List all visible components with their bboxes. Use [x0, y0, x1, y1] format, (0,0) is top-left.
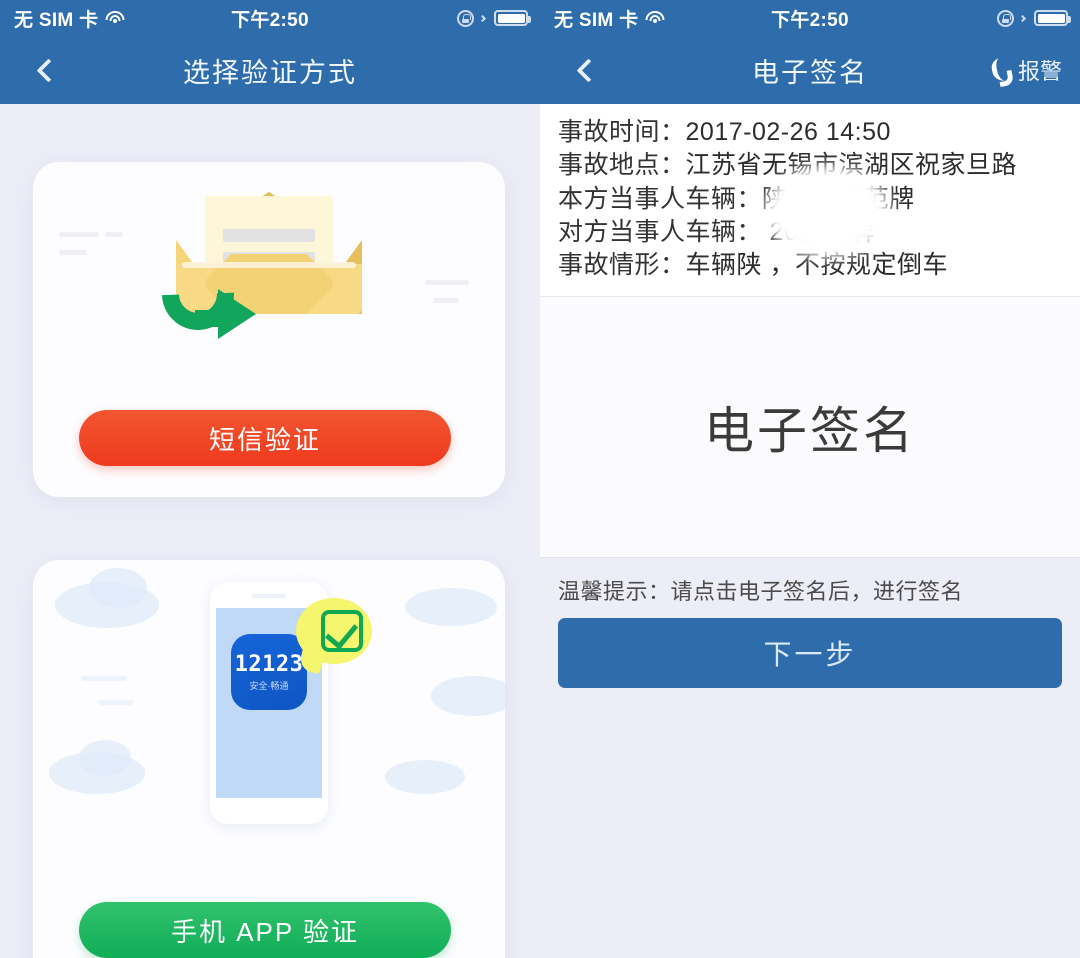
- page-title-left: 选择验证方式: [183, 57, 357, 88]
- left-content: 短信验证 12123 安全·畅通 手机 APP 验证: [0, 104, 540, 958]
- rotation-lock-arrow-icon: [478, 14, 487, 22]
- accident-detail-panel: 事故时间：2017-02-26 14:50 事故地点：江苏省无锡市滨湖区祝家旦路…: [540, 104, 1080, 297]
- envelope-arrow-illustration: [33, 162, 505, 400]
- next-step-button[interactable]: 下一步: [558, 618, 1062, 689]
- detail-label: 对方当事人车辆：: [558, 217, 763, 246]
- app-logo-subtitle: 安全·畅通: [249, 681, 289, 691]
- detail-label: 事故地点：: [558, 151, 686, 180]
- rotation-lock-icon: [457, 9, 474, 27]
- status-bar-right: 无 SIM 卡 下午2:50: [540, 0, 1080, 36]
- phone-call-icon: [988, 58, 1010, 82]
- right-content: 事故时间：2017-02-26 14:50 事故地点：江苏省无锡市滨湖区祝家旦路…: [540, 104, 1080, 958]
- signature-pad[interactable]: 电子签名: [540, 296, 1080, 559]
- nav-bar-left: 选择验证方式: [0, 36, 540, 104]
- privacy-blur-overlay: [765, 166, 890, 258]
- status-bar-left: 无 SIM 卡 下午2:50: [0, 0, 540, 36]
- right-screen: 无 SIM 卡 下午2:50 电子签名 报警 事故时间：2017-02-26 1…: [540, 0, 1080, 958]
- sms-verify-button[interactable]: 短信验证: [79, 410, 451, 466]
- detail-label: 本方当事人车辆：: [558, 184, 763, 213]
- nav-bar-right: 电子签名 报警: [540, 36, 1080, 104]
- detail-label: 事故时间：: [558, 118, 686, 146]
- status-right-group: [457, 9, 531, 27]
- phone-app-check-illustration: 12123 安全·畅通: [33, 560, 505, 890]
- app-verify-button[interactable]: 手机 APP 验证: [79, 902, 451, 958]
- left-screen: 无 SIM 卡 下午2:50 选择验证方式 短信验证 12123 安全·畅通 手…: [0, 0, 540, 958]
- tip-text: 温馨提示：请点击电子签名后，进行签名: [558, 579, 964, 605]
- app-verification-card[interactable]: 12123 安全·畅通 手机 APP 验证: [33, 560, 505, 958]
- return-arrow-icon: [147, 243, 280, 345]
- battery-icon: [1034, 10, 1071, 26]
- call-police-label: 报警: [1017, 59, 1062, 84]
- check-square-icon: [321, 610, 363, 652]
- detail-label: 事故情形：: [558, 251, 686, 279]
- detail-row: 事故时间：2017-02-26 14:50: [558, 116, 1080, 149]
- status-right-group-right: [997, 9, 1071, 27]
- call-police-button[interactable]: 报警: [988, 54, 1062, 86]
- battery-icon: [494, 10, 531, 26]
- rotation-lock-icon: [997, 9, 1014, 27]
- detail-value: 2017-02-26 14:50: [685, 118, 891, 146]
- app-logo-12123: 12123 安全·畅通: [231, 634, 307, 710]
- signature-pad-placeholder: 电子签名: [704, 403, 916, 460]
- rotation-lock-arrow-icon: [1018, 14, 1027, 22]
- dual-screenshot-container: 无 SIM 卡 下午2:50 选择验证方式 短信验证 12123 安全·畅通 手…: [0, 0, 1080, 958]
- envelope-graphic: [147, 192, 362, 354]
- app-logo-number: 12123: [234, 652, 304, 677]
- sms-verification-card[interactable]: 短信验证: [33, 162, 505, 497]
